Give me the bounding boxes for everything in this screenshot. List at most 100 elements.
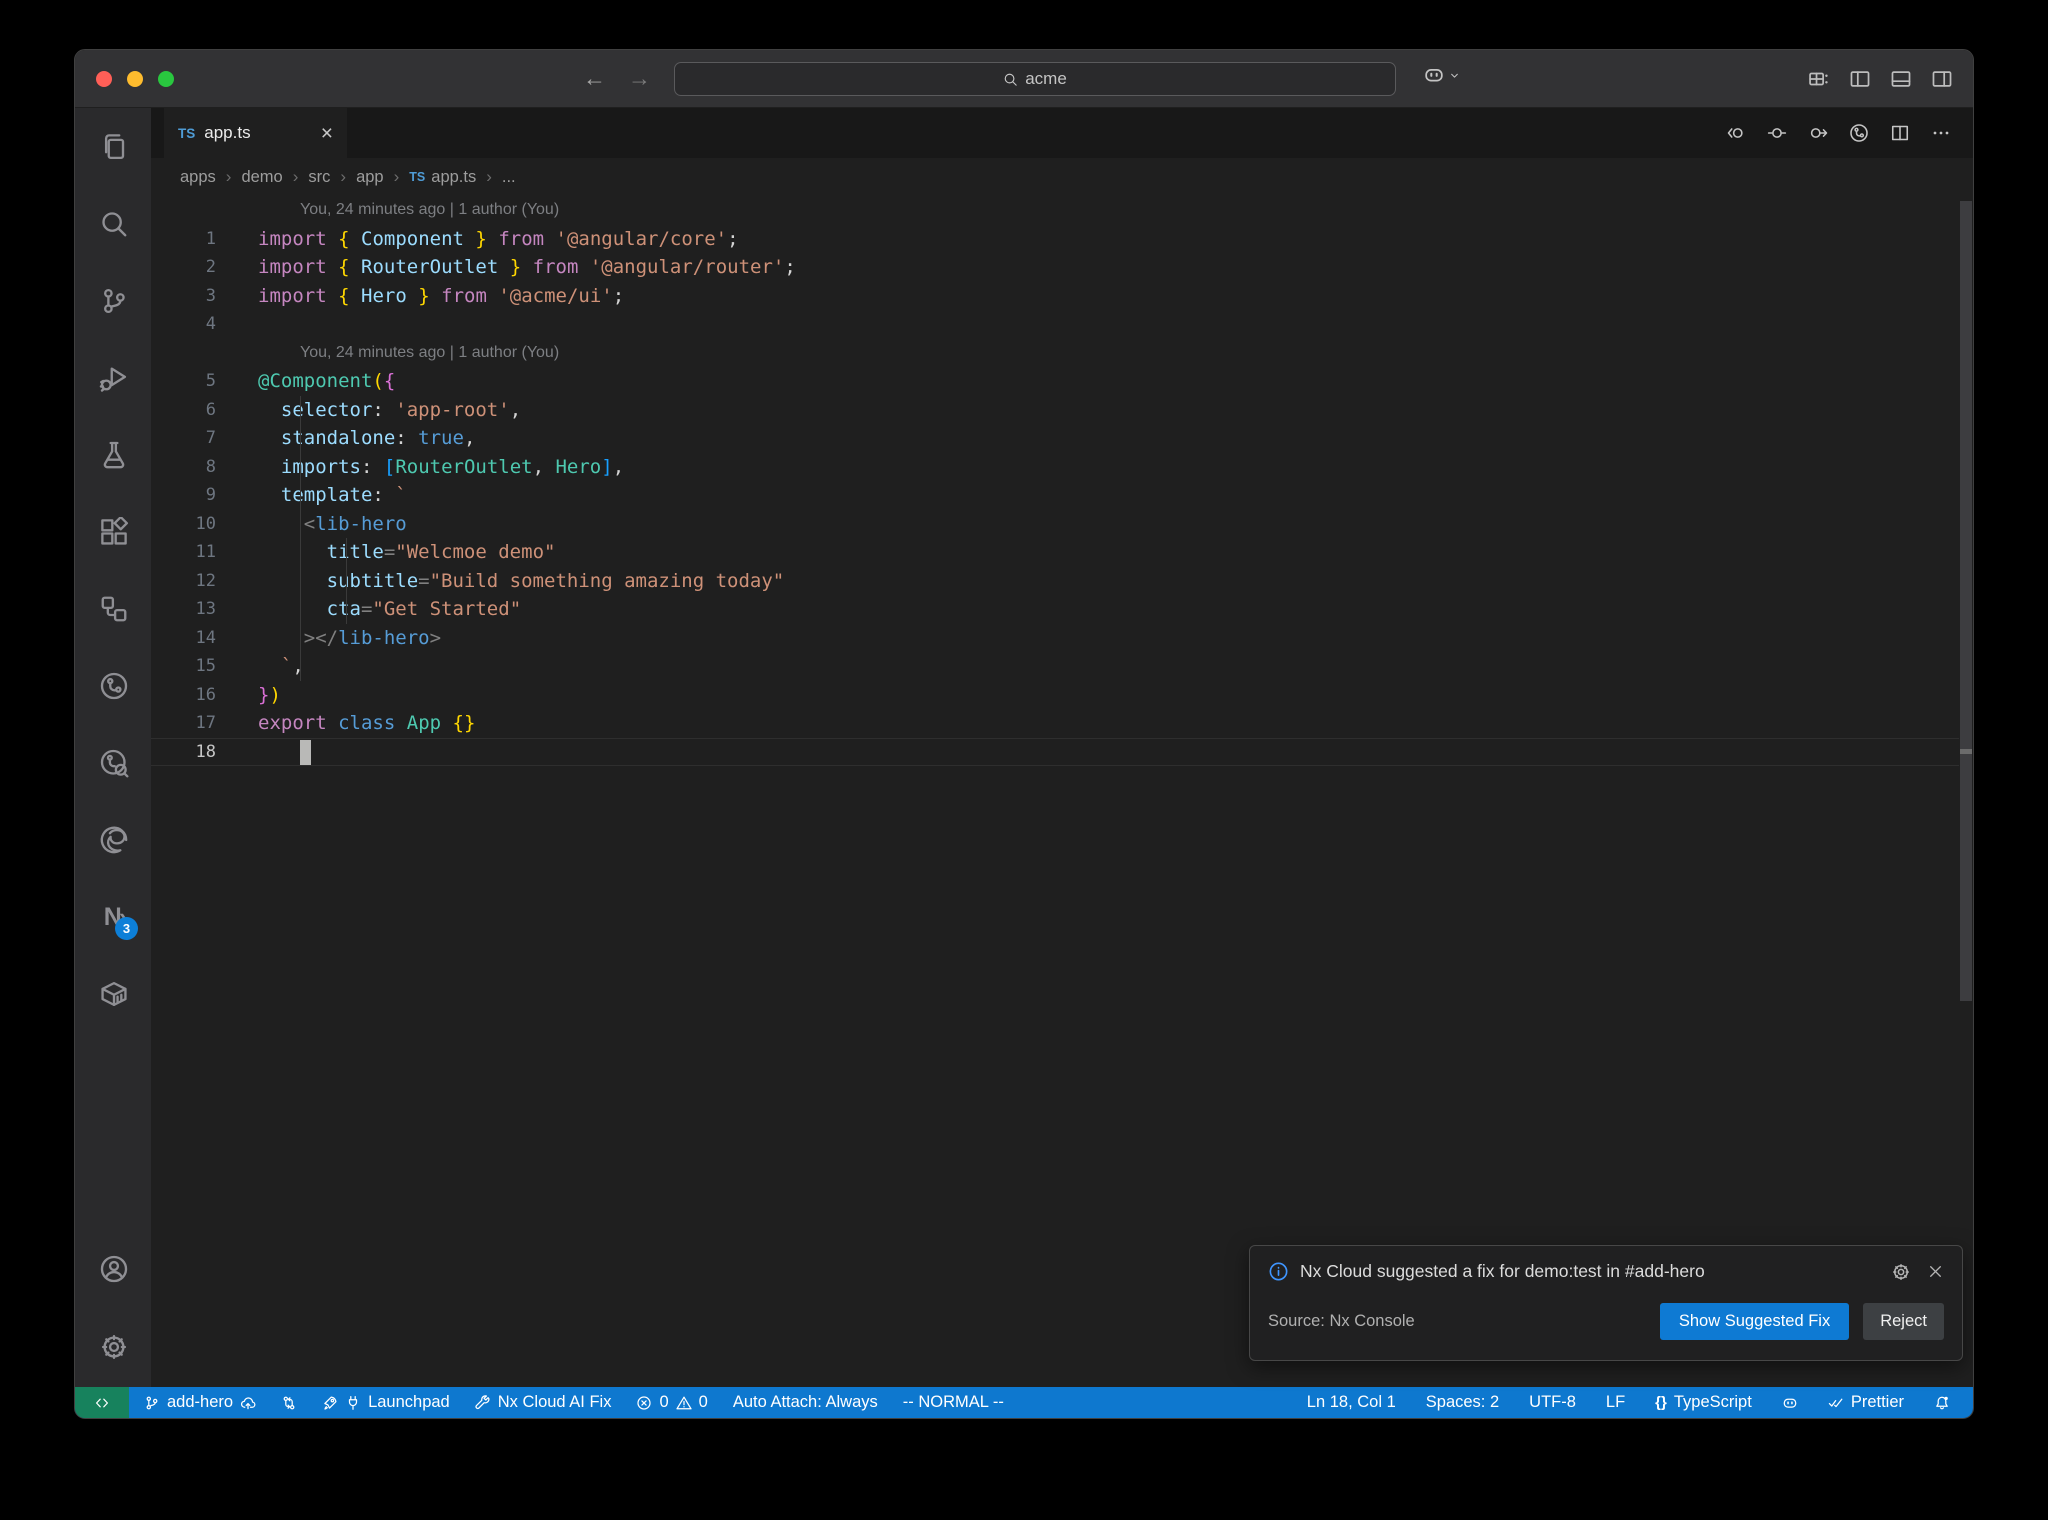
breadcrumb-item[interactable]: app.ts [431, 168, 476, 187]
status-right-group: Ln 18, Col 1 Spaces: 2 UTF-8 LF {} TypeScript… [1298, 1393, 1959, 1412]
search-icon [99, 209, 129, 239]
activity-item-source-control[interactable] [98, 285, 130, 317]
circle-dash-icon[interactable] [1767, 123, 1787, 143]
breadcrumb-item[interactable]: ... [502, 168, 516, 187]
editor-scrollbar[interactable] [1959, 196, 1973, 1387]
code-line-3[interactable]: 3 import { Hero } from '@acme/ui'; [151, 282, 1959, 311]
code-line-17[interactable]: 17 export class App {} [151, 709, 1959, 738]
ts-file-icon: TS [178, 125, 196, 141]
status-auto-attach[interactable]: Auto Attach: Always [724, 1393, 887, 1412]
breadcrumb-item[interactable]: demo [241, 168, 282, 187]
split-editor-icon[interactable] [1890, 123, 1910, 143]
status-remote[interactable] [75, 1387, 129, 1418]
code-line-14[interactable]: 14 ></lib-hero> [151, 624, 1959, 653]
code-line-2[interactable]: 2 import { RouterOutlet } from '@angular/… [151, 253, 1959, 282]
code-line-18[interactable]: 18 [151, 737, 1959, 766]
code-line-5[interactable]: 5 @Component({ [151, 367, 1959, 396]
status-cursor-position[interactable]: Ln 18, Col 1 [1298, 1393, 1405, 1412]
activity-badge: 3 [115, 917, 138, 940]
tab-close-icon[interactable]: × [321, 123, 333, 144]
circle-branch-search-icon [99, 748, 129, 778]
code-editor[interactable]: You, 24 minutes ago | 1 author (You) 1 imp… [151, 196, 1973, 1387]
breadcrumb-separator: › [393, 167, 400, 186]
activity-item-containers[interactable] [98, 978, 130, 1010]
breadcrumb-item[interactable]: src [308, 168, 330, 187]
status-label: Launchpad [368, 1393, 450, 1411]
tab-app-ts[interactable]: TS app.ts × [164, 108, 347, 158]
status-vim-mode[interactable]: -- NORMAL -- [894, 1393, 1013, 1412]
reject-button[interactable]: Reject [1863, 1303, 1944, 1340]
search-value: acme [1025, 69, 1067, 88]
blame-text: You, 24 minutes ago | 1 author (You) [300, 201, 560, 219]
scrollbar-cursor-mark [1960, 749, 1972, 754]
ref-forward-icon[interactable] [1808, 123, 1828, 143]
close-icon[interactable] [1927, 1263, 1944, 1280]
ellipsis-icon[interactable] [1931, 123, 1951, 143]
status-git-compare[interactable] [272, 1395, 306, 1411]
code-line-16[interactable]: 16}) [151, 681, 1959, 710]
panel-right-icon[interactable] [1931, 68, 1953, 90]
breadcrumb-item[interactable]: apps [180, 168, 216, 187]
copilot-menu[interactable] [1423, 64, 1461, 86]
status-eol[interactable]: LF [1597, 1393, 1634, 1412]
activity-bar: N› 3 [75, 108, 151, 1387]
status-encoding[interactable]: UTF-8 [1520, 1393, 1585, 1412]
panel-left-icon[interactable] [1849, 68, 1871, 90]
activity-item-extensions[interactable] [98, 516, 130, 548]
status-git-branch[interactable]: add-hero [135, 1393, 265, 1412]
nav-forward-icon[interactable]: → [628, 65, 651, 92]
status-nx-cloud-ai-fix[interactable]: Nx Cloud AI Fix [466, 1393, 621, 1412]
code-line-1[interactable]: 1 import { Component } from '@angular/cor… [151, 225, 1959, 254]
nav-back-icon[interactable]: ← [583, 65, 606, 92]
ref-back-icon[interactable] [1726, 123, 1746, 143]
close-window-button[interactable] [96, 71, 112, 87]
activity-item-accounts[interactable] [98, 1253, 130, 1285]
activity-item-explorer[interactable] [98, 131, 130, 163]
code-line-13[interactable]: 13 cta="Get Started" [151, 595, 1959, 624]
activity-item-nx-console[interactable] [98, 670, 130, 702]
gear-icon [99, 1332, 129, 1362]
code-line-15[interactable]: 15 `, [151, 652, 1959, 681]
tab-bar: TS app.ts × [151, 108, 1973, 158]
activity-item-nx-console-field[interactable] [98, 747, 130, 779]
blame-text: You, 24 minutes ago | 1 author (You) [300, 343, 560, 361]
status-label: LF [1605, 1393, 1626, 1411]
activity-item-search[interactable] [98, 208, 130, 240]
layout-icon[interactable] [1808, 68, 1830, 90]
activity-item-testing[interactable] [98, 439, 130, 471]
status-copilot[interactable] [1773, 1395, 1807, 1411]
breadcrumb-separator: › [292, 167, 299, 186]
activity-item-references[interactable] [98, 593, 130, 625]
activity-item-nx[interactable]: N› 3 [98, 901, 138, 940]
code-line-4[interactable]: 4 [151, 310, 1959, 339]
scrollbar-thumb[interactable] [1960, 201, 1972, 1001]
circle-branch-icon[interactable] [1849, 123, 1869, 143]
code-line-7[interactable]: 7 standalone: true, [151, 424, 1959, 453]
titlebar: ← → acme [75, 50, 1973, 107]
status-notifications[interactable] [1925, 1395, 1959, 1411]
code-line-9[interactable]: 9 template: ` [151, 481, 1959, 510]
status-indentation[interactable]: Spaces: 2 [1417, 1393, 1508, 1412]
status-language[interactable]: {} TypeScript [1646, 1393, 1761, 1412]
command-center-search[interactable]: acme [674, 62, 1396, 96]
breadcrumb-item[interactable]: app [356, 168, 384, 187]
status-launchpad[interactable]: Launchpad [313, 1393, 459, 1412]
show-suggested-fix-button[interactable]: Show Suggested Fix [1659, 1303, 1850, 1340]
code-line-11[interactable]: 11 title="Welcmoe demo" [151, 538, 1959, 567]
minimize-window-button[interactable] [127, 71, 143, 87]
code-line-12[interactable]: 12 subtitle="Build something amazing tod… [151, 567, 1959, 596]
activity-item-run-debug[interactable] [98, 362, 130, 394]
panel-bottom-icon[interactable] [1890, 68, 1912, 90]
code-line-8[interactable]: 8 imports: [RouterOutlet, Hero], [151, 453, 1959, 482]
status-prettier[interactable]: Prettier [1819, 1393, 1913, 1412]
account-icon [99, 1254, 129, 1284]
activity-item-settings[interactable] [98, 1331, 130, 1363]
activity-item-edge-tools[interactable] [98, 824, 130, 856]
code-line-10[interactable]: 10 <lib-hero [151, 510, 1959, 539]
zoom-window-button[interactable] [158, 71, 174, 87]
line-number: 13 [195, 599, 216, 620]
code-line-content: <lib-hero [303, 512, 407, 535]
status-problems[interactable]: 00 [627, 1393, 716, 1412]
code-line-6[interactable]: 6 selector: 'app-root', [151, 396, 1959, 425]
gear-icon[interactable] [1891, 1262, 1911, 1282]
